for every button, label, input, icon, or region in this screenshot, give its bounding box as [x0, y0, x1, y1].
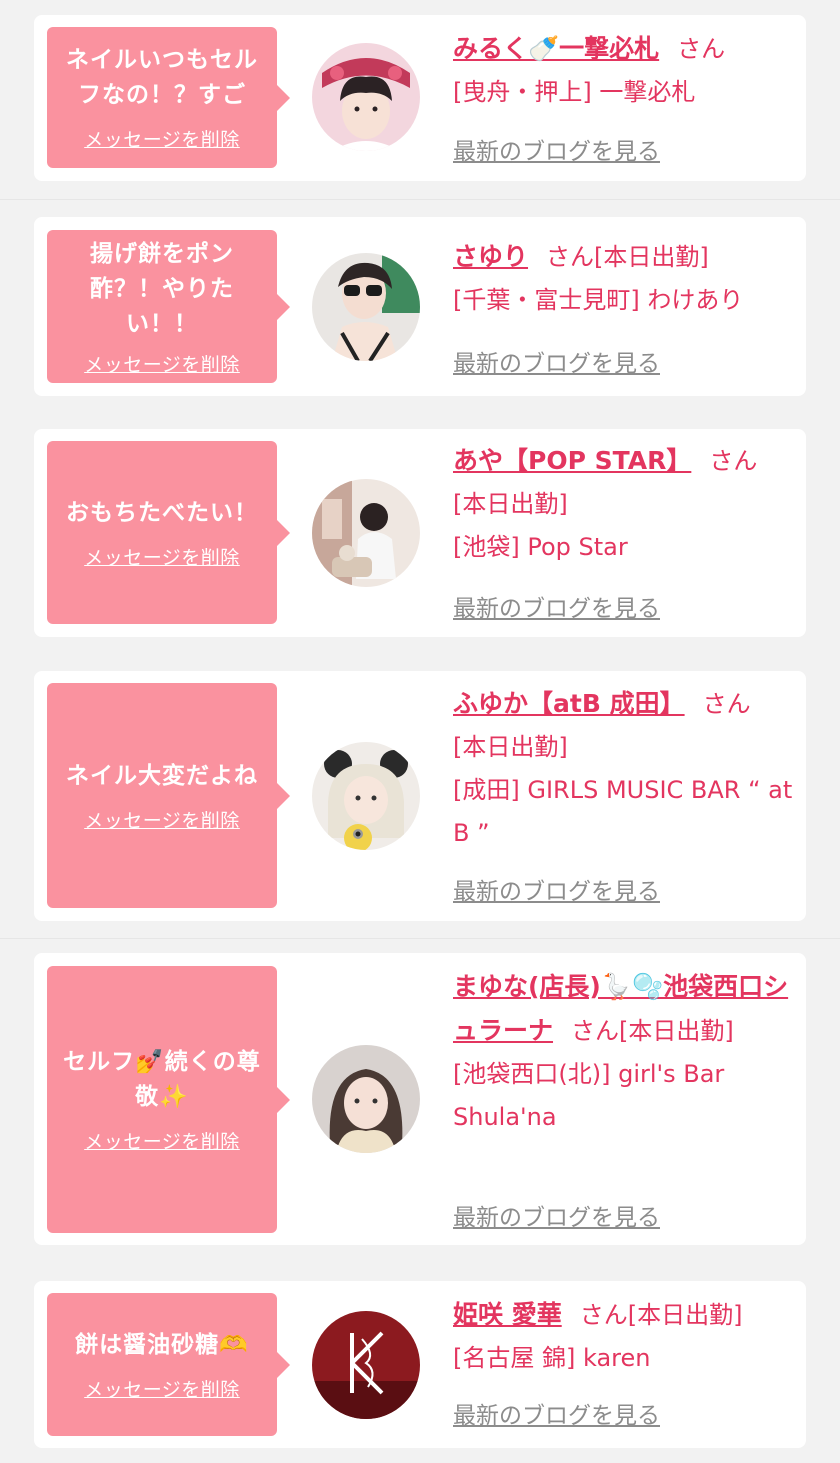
- cast-name-link[interactable]: ふゆか【atB 成田】: [453, 689, 685, 718]
- store-text: [千葉・富士見町] わけあり: [453, 286, 744, 314]
- store-text: [名古屋 錦] karen: [453, 1344, 651, 1372]
- message-card: ネイル大変だよね メッセージを削除 ふゆか【atB 成田】 さん [本日出勤] […: [34, 671, 806, 921]
- store-text: [成田] GIRLS MUSIC BAR “ at B ”: [453, 776, 793, 847]
- cast-name-link[interactable]: みるく🍼一撃必札: [453, 34, 659, 63]
- latest-blog-link[interactable]: 最新のブログを見る: [453, 344, 660, 378]
- latest-blog-link[interactable]: 最新のブログを見る: [453, 872, 660, 906]
- message-card: ネイルいつもセル フなの！？すご メッセージを削除 みるく🍼一撃必札 さん [曳舟…: [34, 15, 806, 181]
- status-text: [本日出勤]: [619, 1017, 734, 1045]
- message-card: おもちたべたい！ メッセージを削除 あや【POP STAR】 さん [本日出勤] …: [34, 429, 806, 637]
- delete-message-link[interactable]: メッセージを削除: [84, 1375, 240, 1402]
- message-text: 揚げ餅をポン 酢？！やりた い！！: [90, 240, 234, 337]
- latest-blog-link[interactable]: 最新のブログを見る: [453, 132, 660, 166]
- message-card: 揚げ餅をポン 酢？！やりた い！！ メッセージを削除 さゆり さん[本日出勤] […: [34, 217, 806, 396]
- avatar[interactable]: [312, 479, 420, 587]
- avatar[interactable]: [312, 742, 420, 850]
- status-text: [本日出勤]: [453, 490, 568, 518]
- honorific: さん: [546, 243, 595, 271]
- delete-message-link[interactable]: メッセージを削除: [84, 125, 240, 152]
- message-card: 餅は醤油砂糖🫶 メッセージを削除 姫咲 愛華 さん[本日出勤] [名古屋 錦] k…: [34, 1281, 806, 1448]
- honorific: さん: [709, 447, 758, 475]
- honorific: さん: [571, 1017, 620, 1045]
- cast-name-link[interactable]: 姫咲 愛華: [453, 1300, 562, 1329]
- message-text: おもちたべたい！: [66, 499, 258, 526]
- cast-name-link[interactable]: さゆり: [453, 242, 528, 271]
- honorific: さん: [579, 1301, 628, 1329]
- delete-message-link[interactable]: メッセージを削除: [84, 350, 240, 377]
- delete-message-link[interactable]: メッセージを削除: [84, 1127, 240, 1154]
- message-text: セルフ💅続くの尊 敬✨: [63, 1049, 261, 1110]
- delete-message-link[interactable]: メッセージを削除: [84, 543, 240, 570]
- message-text: 餅は醤油砂糖🫶: [75, 1331, 249, 1358]
- store-text: [池袋] Pop Star: [453, 533, 628, 561]
- message-bubble: ネイル大変だよね メッセージを削除: [47, 683, 277, 908]
- message-text: ネイルいつもセル フなの！？すご: [66, 47, 258, 108]
- cast-info: みるく🍼一撃必札 さん [曳舟・押上] 一撃必札: [453, 27, 793, 114]
- latest-blog-link[interactable]: 最新のブログを見る: [453, 1396, 660, 1430]
- store-text: [曳舟・押上] 一撃必札: [453, 78, 696, 106]
- message-bubble: セルフ💅続くの尊 敬✨ メッセージを削除: [47, 966, 277, 1233]
- message-text: ネイル大変だよね: [66, 762, 258, 789]
- message-bubble: 餅は醤油砂糖🫶 メッセージを削除: [47, 1293, 277, 1436]
- status-text: [本日出勤]: [627, 1301, 743, 1329]
- message-card: セルフ💅続くの尊 敬✨ メッセージを削除 まゆな(店長)🪿🫧池袋西口シュラーナさ…: [34, 953, 806, 1245]
- karen-logo-icon: [312, 1311, 420, 1419]
- cast-info: 姫咲 愛華 さん[本日出勤] [名古屋 錦] karen: [453, 1293, 793, 1380]
- avatar[interactable]: [312, 43, 420, 151]
- avatar[interactable]: [312, 1045, 420, 1153]
- message-bubble: 揚げ餅をポン 酢？！やりた い！！ メッセージを削除: [47, 230, 277, 383]
- delete-message-link[interactable]: メッセージを削除: [84, 806, 240, 833]
- honorific: さん: [677, 35, 726, 63]
- latest-blog-link[interactable]: 最新のブログを見る: [453, 1198, 660, 1232]
- latest-blog-link[interactable]: 最新のブログを見る: [453, 589, 660, 623]
- avatar[interactable]: [312, 1311, 420, 1419]
- avatar[interactable]: [312, 253, 420, 361]
- status-text: [本日出勤]: [594, 243, 709, 271]
- cast-info: まゆな(店長)🪿🫧池袋西口シュラーナ さん[本日出勤] [池袋西口(北)] gir…: [453, 965, 793, 1139]
- cast-info: あや【POP STAR】 さん [本日出勤] [池袋] Pop Star: [453, 439, 793, 569]
- cast-info: さゆり さん[本日出勤] [千葉・富士見町] わけあり: [453, 235, 793, 322]
- status-text: [本日出勤]: [453, 733, 568, 761]
- cast-info: ふゆか【atB 成田】 さん [本日出勤] [成田] GIRLS MUSIC BA…: [453, 682, 793, 855]
- cast-name-link[interactable]: あや【POP STAR】: [453, 446, 691, 475]
- store-text: [池袋西口(北)] girl's Bar Shula'na: [453, 1060, 725, 1131]
- message-bubble: ネイルいつもセル フなの！？すご メッセージを削除: [47, 27, 277, 168]
- message-bubble: おもちたべたい！ メッセージを削除: [47, 441, 277, 624]
- honorific: さん: [702, 690, 751, 718]
